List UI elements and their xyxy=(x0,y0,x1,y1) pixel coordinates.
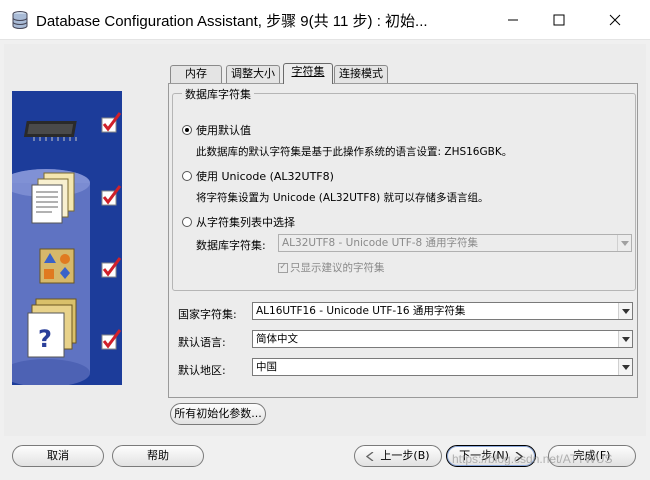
tab-charset[interactable]: 字符集 xyxy=(283,63,333,84)
dropdown-arrow-icon xyxy=(621,308,630,314)
select-value: AL16UTF16 - Unicode UTF-16 通用字符集 xyxy=(256,305,466,317)
button-label: 所有初始化参数... xyxy=(174,407,262,420)
default-description: 此数据库的默认字符集是基于此操作系统的语言设置: ZHS16GBK。 xyxy=(196,146,513,158)
maximize-icon xyxy=(553,14,565,26)
app-database-icon xyxy=(12,11,28,29)
default-language-label: 默认语言: xyxy=(178,336,226,349)
close-icon xyxy=(609,14,621,26)
checkmark-icon xyxy=(101,257,122,278)
shapes-icon xyxy=(39,248,75,284)
checkmark-icon xyxy=(101,112,122,133)
radio-label: 使用默认值 xyxy=(196,124,251,137)
select-value: 简体中文 xyxy=(256,333,298,345)
maximize-button[interactable] xyxy=(536,0,582,40)
folders-help-icon: ? xyxy=(27,298,77,358)
tab-label: 调整大小 xyxy=(231,67,275,80)
default-language-select[interactable]: 简体中文 xyxy=(252,330,633,348)
checkbox-label: 只显示建议的字符集 xyxy=(290,262,385,274)
svg-text:?: ? xyxy=(38,325,52,353)
wizard-illustration: ? xyxy=(12,91,122,385)
select-value: 中国 xyxy=(256,361,277,373)
radio-label: 从字符集列表中选择 xyxy=(196,216,295,229)
window-title: Database Configuration Assistant, 步骤 9(共… xyxy=(36,13,428,30)
select-value: AL32UTF8 - Unicode UTF-8 通用字符集 xyxy=(282,237,479,249)
show-recommended-checkbox: ✓ 只显示建议的字符集 xyxy=(278,260,385,275)
close-button[interactable] xyxy=(592,0,638,40)
radio-button[interactable] xyxy=(182,171,192,181)
tab-memory[interactable]: 内存 xyxy=(170,65,222,83)
tab-label: 字符集 xyxy=(291,65,325,78)
all-init-params-button[interactable]: 所有初始化参数... xyxy=(170,403,266,425)
back-arrow-icon xyxy=(366,450,374,462)
db-charset-select: AL32UTF8 - Unicode UTF-8 通用字符集 xyxy=(278,234,632,252)
group-title: 数据库字符集 xyxy=(182,86,254,102)
dropdown-arrow-icon xyxy=(620,240,629,246)
db-charset-label: 数据库字符集: xyxy=(196,239,266,252)
tab-label: 连接模式 xyxy=(339,67,383,80)
documents-icon xyxy=(31,172,75,224)
dropdown-arrow-icon xyxy=(621,336,630,342)
button-label: 上一步(B) xyxy=(380,449,430,462)
dropdown-arrow-icon xyxy=(621,364,630,370)
minimize-button[interactable] xyxy=(490,0,536,40)
title-bar: Database Configuration Assistant, 步骤 9(共… xyxy=(0,0,650,40)
national-charset-select[interactable]: AL16UTF16 - Unicode UTF-16 通用字符集 xyxy=(252,302,633,320)
default-territory-select[interactable]: 中国 xyxy=(252,358,633,376)
unicode-description: 将字符集设置为 Unicode (AL32UTF8) 就可以存储多语言组。 xyxy=(196,192,489,204)
checkmark-icon xyxy=(101,329,122,350)
radio-button[interactable] xyxy=(182,217,192,227)
watermark: https://blog.csdn.net/ATTWUS xyxy=(452,452,613,466)
button-label: 帮助 xyxy=(147,449,169,462)
back-button[interactable]: 上一步(B) xyxy=(354,445,442,467)
radio-use-default[interactable]: 使用默认值 xyxy=(182,122,251,138)
tab-connection-mode[interactable]: 连接模式 xyxy=(334,65,388,83)
default-territory-label: 默认地区: xyxy=(178,364,226,377)
button-label: 取消 xyxy=(47,449,69,462)
radio-label: 使用 Unicode (AL32UTF8) xyxy=(196,170,334,183)
checkmark-icon xyxy=(101,185,122,206)
tab-label: 内存 xyxy=(185,67,207,80)
checkbox: ✓ xyxy=(278,262,288,273)
radio-choose-from-list[interactable]: 从字符集列表中选择 xyxy=(182,214,295,230)
tab-sizing[interactable]: 调整大小 xyxy=(226,65,280,83)
memory-chip-icon xyxy=(23,121,77,141)
cancel-button[interactable]: 取消 xyxy=(12,445,104,467)
national-charset-label: 国家字符集: xyxy=(178,308,237,321)
help-button[interactable]: 帮助 xyxy=(112,445,204,467)
radio-use-unicode[interactable]: 使用 Unicode (AL32UTF8) xyxy=(182,168,334,184)
minimize-icon xyxy=(508,19,518,21)
radio-button[interactable] xyxy=(182,125,192,135)
